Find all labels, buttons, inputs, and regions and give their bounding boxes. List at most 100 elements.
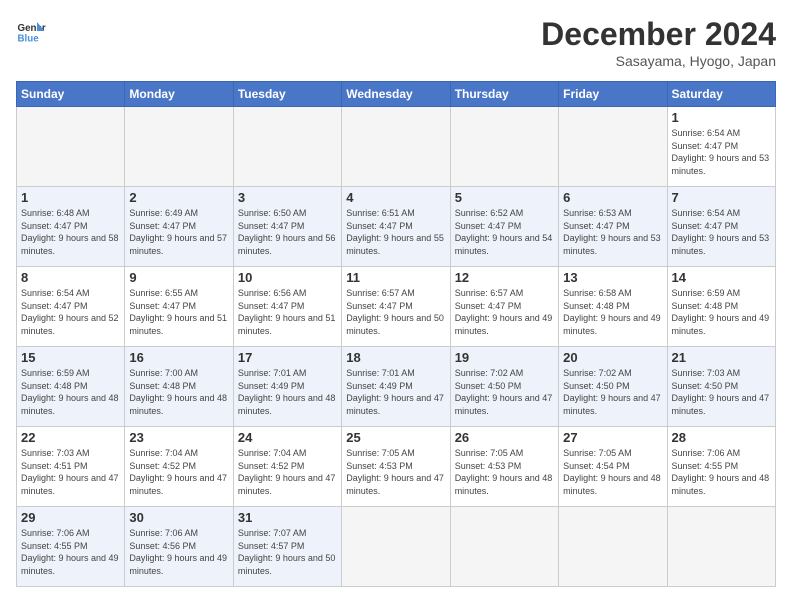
day-number: 26 bbox=[455, 430, 554, 445]
week-row-2: 1 Sunrise: 6:48 AMSunset: 4:47 PMDaylight… bbox=[17, 187, 776, 267]
day-info: Sunrise: 7:06 AMSunset: 4:55 PMDaylight:… bbox=[21, 527, 120, 577]
calendar-cell: 26 Sunrise: 7:05 AMSunset: 4:53 PMDayligh… bbox=[450, 427, 558, 507]
day-info: Sunrise: 6:51 AMSunset: 4:47 PMDaylight:… bbox=[346, 207, 445, 257]
day-info: Sunrise: 6:50 AMSunset: 4:47 PMDaylight:… bbox=[238, 207, 337, 257]
calendar-cell: 23 Sunrise: 7:04 AMSunset: 4:52 PMDayligh… bbox=[125, 427, 233, 507]
month-title: December 2024 bbox=[541, 16, 776, 53]
calendar-cell: 4 Sunrise: 6:51 AMSunset: 4:47 PMDaylight… bbox=[342, 187, 450, 267]
day-info: Sunrise: 6:52 AMSunset: 4:47 PMDaylight:… bbox=[455, 207, 554, 257]
calendar-cell: 24 Sunrise: 7:04 AMSunset: 4:52 PMDayligh… bbox=[233, 427, 341, 507]
header-row: SundayMondayTuesdayWednesdayThursdayFrid… bbox=[17, 82, 776, 107]
day-info: Sunrise: 6:56 AMSunset: 4:47 PMDaylight:… bbox=[238, 287, 337, 337]
day-info: Sunrise: 7:03 AMSunset: 4:51 PMDaylight:… bbox=[21, 447, 120, 497]
day-info: Sunrise: 7:05 AMSunset: 4:54 PMDaylight:… bbox=[563, 447, 662, 497]
day-number: 13 bbox=[563, 270, 662, 285]
day-number: 23 bbox=[129, 430, 228, 445]
header-sunday: Sunday bbox=[17, 82, 125, 107]
day-number: 24 bbox=[238, 430, 337, 445]
calendar-cell: 22 Sunrise: 7:03 AMSunset: 4:51 PMDayligh… bbox=[17, 427, 125, 507]
calendar-cell: 1Sunrise: 6:54 AMSunset: 4:47 PMDaylight… bbox=[667, 107, 775, 187]
day-info: Sunrise: 7:05 AMSunset: 4:53 PMDaylight:… bbox=[455, 447, 554, 497]
calendar-cell: 2 Sunrise: 6:49 AMSunset: 4:47 PMDaylight… bbox=[125, 187, 233, 267]
day-info: Sunrise: 6:54 AMSunset: 4:47 PMDaylight:… bbox=[672, 207, 771, 257]
calendar-cell: 20Sunrise: 7:02 AMSunset: 4:50 PMDayligh… bbox=[559, 347, 667, 427]
calendar-cell bbox=[559, 507, 667, 587]
day-number: 3 bbox=[238, 190, 337, 205]
location: Sasayama, Hyogo, Japan bbox=[541, 53, 776, 69]
day-number: 5 bbox=[455, 190, 554, 205]
calendar-cell: 3 Sunrise: 6:50 AMSunset: 4:47 PMDaylight… bbox=[233, 187, 341, 267]
logo: General Blue bbox=[16, 16, 46, 46]
day-number: 14 bbox=[672, 270, 771, 285]
day-number: 2 bbox=[129, 190, 228, 205]
day-number: 17 bbox=[238, 350, 337, 365]
week-row-3: 8Sunrise: 6:54 AMSunset: 4:47 PMDaylight… bbox=[17, 267, 776, 347]
calendar-cell: 15Sunrise: 6:59 AMSunset: 4:48 PMDayligh… bbox=[17, 347, 125, 427]
day-info: Sunrise: 6:57 AMSunset: 4:47 PMDaylight:… bbox=[346, 287, 445, 337]
calendar-cell: 10Sunrise: 6:56 AMSunset: 4:47 PMDayligh… bbox=[233, 267, 341, 347]
day-number: 4 bbox=[346, 190, 445, 205]
header-wednesday: Wednesday bbox=[342, 82, 450, 107]
day-info: Sunrise: 6:59 AMSunset: 4:48 PMDaylight:… bbox=[21, 367, 120, 417]
calendar-cell: 5 Sunrise: 6:52 AMSunset: 4:47 PMDaylight… bbox=[450, 187, 558, 267]
day-info: Sunrise: 7:06 AMSunset: 4:56 PMDaylight:… bbox=[129, 527, 228, 577]
calendar-cell: 13Sunrise: 6:58 AMSunset: 4:48 PMDayligh… bbox=[559, 267, 667, 347]
calendar-cell: 17 Sunrise: 7:01 AMSunset: 4:49 PMDayligh… bbox=[233, 347, 341, 427]
day-number: 11 bbox=[346, 270, 445, 285]
header-friday: Friday bbox=[559, 82, 667, 107]
week-row-6: 29 Sunrise: 7:06 AMSunset: 4:55 PMDayligh… bbox=[17, 507, 776, 587]
day-number: 29 bbox=[21, 510, 120, 525]
calendar-cell: 9Sunrise: 6:55 AMSunset: 4:47 PMDaylight… bbox=[125, 267, 233, 347]
day-number: 28 bbox=[672, 430, 771, 445]
calendar-cell: 21Sunrise: 7:03 AMSunset: 4:50 PMDayligh… bbox=[667, 347, 775, 427]
calendar-cell: 16 Sunrise: 7:00 AMSunset: 4:48 PMDayligh… bbox=[125, 347, 233, 427]
svg-text:Blue: Blue bbox=[18, 34, 40, 45]
day-info: Sunrise: 7:02 AMSunset: 4:50 PMDaylight:… bbox=[455, 367, 554, 417]
calendar-cell: 25Sunrise: 7:05 AMSunset: 4:53 PMDayligh… bbox=[342, 427, 450, 507]
day-info: Sunrise: 6:48 AMSunset: 4:47 PMDaylight:… bbox=[21, 207, 120, 257]
day-number: 25 bbox=[346, 430, 445, 445]
day-info: Sunrise: 6:54 AMSunset: 4:47 PMDaylight:… bbox=[21, 287, 120, 337]
day-number: 12 bbox=[455, 270, 554, 285]
header-thursday: Thursday bbox=[450, 82, 558, 107]
day-info: Sunrise: 6:49 AMSunset: 4:47 PMDaylight:… bbox=[129, 207, 228, 257]
calendar-cell: 31Sunrise: 7:07 AMSunset: 4:57 PMDayligh… bbox=[233, 507, 341, 587]
calendar-cell: 6 Sunrise: 6:53 AMSunset: 4:47 PMDaylight… bbox=[559, 187, 667, 267]
day-number: 21 bbox=[672, 350, 771, 365]
calendar-cell: 18Sunrise: 7:01 AMSunset: 4:49 PMDayligh… bbox=[342, 347, 450, 427]
day-number: 18 bbox=[346, 350, 445, 365]
day-number: 6 bbox=[563, 190, 662, 205]
page-header: General Blue December 2024 Sasayama, Hyo… bbox=[16, 16, 776, 69]
calendar-table: SundayMondayTuesdayWednesdayThursdayFrid… bbox=[16, 81, 776, 587]
calendar-cell: 12 Sunrise: 6:57 AMSunset: 4:47 PMDayligh… bbox=[450, 267, 558, 347]
day-number: 22 bbox=[21, 430, 120, 445]
calendar-cell: 29 Sunrise: 7:06 AMSunset: 4:55 PMDayligh… bbox=[17, 507, 125, 587]
calendar-cell bbox=[559, 107, 667, 187]
calendar-cell bbox=[125, 107, 233, 187]
day-info: Sunrise: 7:07 AMSunset: 4:57 PMDaylight:… bbox=[238, 527, 337, 577]
day-number: 27 bbox=[563, 430, 662, 445]
calendar-cell: 11 Sunrise: 6:57 AMSunset: 4:47 PMDayligh… bbox=[342, 267, 450, 347]
day-number: 16 bbox=[129, 350, 228, 365]
week-row-4: 15Sunrise: 6:59 AMSunset: 4:48 PMDayligh… bbox=[17, 347, 776, 427]
calendar-cell: 30Sunrise: 7:06 AMSunset: 4:56 PMDayligh… bbox=[125, 507, 233, 587]
day-info: Sunrise: 7:06 AMSunset: 4:55 PMDaylight:… bbox=[672, 447, 771, 497]
calendar-cell: 7 Sunrise: 6:54 AMSunset: 4:47 PMDaylight… bbox=[667, 187, 775, 267]
calendar-header: SundayMondayTuesdayWednesdayThursdayFrid… bbox=[17, 82, 776, 107]
calendar-cell bbox=[667, 507, 775, 587]
week-row-1: 1Sunrise: 6:54 AMSunset: 4:47 PMDaylight… bbox=[17, 107, 776, 187]
day-info: Sunrise: 6:53 AMSunset: 4:47 PMDaylight:… bbox=[563, 207, 662, 257]
day-info: Sunrise: 6:57 AMSunset: 4:47 PMDaylight:… bbox=[455, 287, 554, 337]
calendar-cell: 19 Sunrise: 7:02 AMSunset: 4:50 PMDayligh… bbox=[450, 347, 558, 427]
day-number: 1 bbox=[21, 190, 120, 205]
day-number: 19 bbox=[455, 350, 554, 365]
day-number: 7 bbox=[672, 190, 771, 205]
calendar-body: 1 Sunrise: 6:54 AMSunset: 4:47 PMDaylight… bbox=[17, 107, 776, 587]
day-info: Sunrise: 6:55 AMSunset: 4:47 PMDaylight:… bbox=[129, 287, 228, 337]
day-info: Sunrise: 7:01 AMSunset: 4:49 PMDaylight:… bbox=[238, 367, 337, 417]
logo-icon: General Blue bbox=[16, 16, 46, 46]
day-info: Sunrise: 7:04 AMSunset: 4:52 PMDaylight:… bbox=[238, 447, 337, 497]
day-info: Sunrise: 7:04 AMSunset: 4:52 PMDaylight:… bbox=[129, 447, 228, 497]
day-info: Sunrise: 7:00 AMSunset: 4:48 PMDaylight:… bbox=[129, 367, 228, 417]
calendar-cell: 14Sunrise: 6:59 AMSunset: 4:48 PMDayligh… bbox=[667, 267, 775, 347]
